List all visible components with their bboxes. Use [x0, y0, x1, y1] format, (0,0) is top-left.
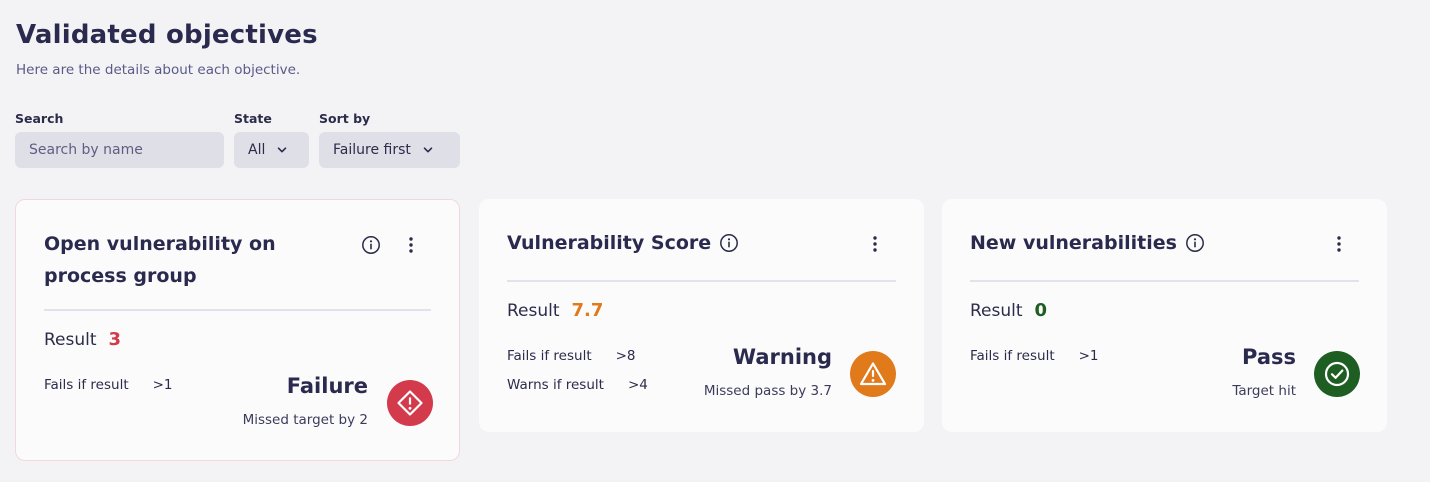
result-value: 7.7: [571, 300, 604, 321]
sort-filter: Sort by Failure first: [319, 111, 460, 168]
card-title: Vulnerability Score: [507, 232, 712, 254]
page-title: Validated objectives: [16, 20, 318, 50]
sort-select-value: Failure first: [333, 142, 411, 158]
card-divider: [44, 309, 431, 311]
criteria-fails: Fails if result >1: [44, 377, 173, 393]
card-title-line1: Open vulnerability on: [44, 233, 276, 255]
status-label: Failure: [286, 374, 368, 398]
objective-card-new-vulnerabilities[interactable]: New vulnerabilities Result 0 Fails if re…: [942, 199, 1387, 432]
status-label: Warning: [732, 345, 832, 369]
criteria-label: Fails if result: [970, 348, 1055, 364]
card-title-row: New vulnerabilities: [970, 227, 1205, 259]
search-label: Search: [15, 111, 64, 126]
info-icon[interactable]: [361, 235, 381, 255]
criteria-label: Fails if result: [507, 348, 592, 364]
filter-bar: Search State All Sort by Failure first: [15, 111, 460, 168]
status-description: Missed target by 2: [242, 412, 368, 428]
status-label: Pass: [1242, 345, 1296, 369]
card-title: Open vulnerability on process group: [44, 228, 276, 292]
result-label: Result: [507, 301, 560, 321]
result-row: Result 7.7: [507, 300, 603, 321]
info-icon[interactable]: [1185, 233, 1205, 253]
warning-triangle-icon: [850, 351, 896, 397]
result-label: Result: [970, 301, 1023, 321]
failure-diamond-icon: [387, 380, 433, 426]
result-row: Result 3: [44, 329, 121, 350]
result-value: 0: [1034, 300, 1048, 321]
result-row: Result 0: [970, 300, 1047, 321]
more-options-icon[interactable]: [404, 235, 418, 255]
page-subtitle: Here are the details about each objectiv…: [16, 62, 301, 78]
sort-label: Sort by: [319, 111, 371, 126]
criteria-warns: Warns if result >4: [507, 377, 648, 393]
state-filter: State All: [234, 111, 309, 168]
chevron-down-icon: [277, 145, 287, 155]
result-value: 3: [108, 329, 122, 350]
criteria-value: >1: [1078, 348, 1099, 364]
criteria-label: Fails if result: [44, 377, 129, 393]
criteria-value: >8: [615, 348, 636, 364]
state-select-value: All: [248, 142, 266, 158]
status-block: Pass Target hit: [1232, 345, 1296, 399]
card-title: New vulnerabilities: [970, 232, 1177, 254]
criteria-fails: Fails if result >1: [970, 348, 1099, 364]
pass-check-icon: [1314, 351, 1360, 397]
result-label: Result: [44, 330, 97, 350]
criteria-fails: Fails if result >8: [507, 348, 636, 364]
state-label: State: [234, 111, 272, 126]
chevron-down-icon: [423, 145, 433, 155]
info-icon[interactable]: [719, 233, 739, 253]
more-options-icon[interactable]: [1332, 234, 1346, 254]
search-filter: Search: [15, 111, 224, 168]
sort-select[interactable]: Failure first: [319, 132, 460, 168]
card-title-row: Vulnerability Score: [507, 227, 739, 259]
card-divider: [970, 280, 1359, 282]
criteria-label: Warns if result: [507, 377, 604, 393]
status-block: Warning Missed pass by 3.7: [704, 345, 832, 399]
page-header: Validated objectives Here are the detail…: [16, 20, 318, 78]
objective-card-vulnerability-score[interactable]: Vulnerability Score Result 7.7 Fails if …: [479, 199, 924, 432]
criteria-value: >1: [152, 377, 173, 393]
status-description: Missed pass by 3.7: [703, 383, 832, 399]
objective-card-open-vulnerability[interactable]: Open vulnerability on process group Resu…: [15, 199, 460, 461]
status-block: Failure Missed target by 2: [243, 374, 368, 428]
more-options-icon[interactable]: [868, 234, 882, 254]
state-select[interactable]: All: [234, 132, 309, 168]
card-title-line2: process group: [44, 265, 197, 287]
search-input[interactable]: [15, 132, 224, 168]
status-description: Target hit: [1232, 383, 1296, 399]
card-divider: [507, 280, 896, 282]
criteria-value: >4: [627, 377, 648, 393]
